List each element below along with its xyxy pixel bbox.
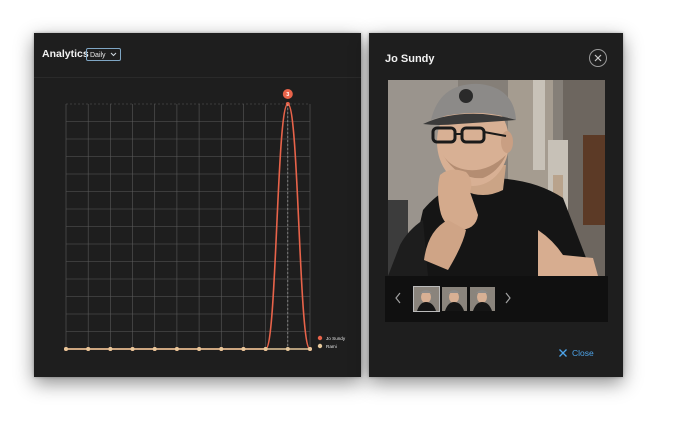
- profile-name: Jo Sundy: [385, 53, 435, 65]
- chevron-right-icon[interactable]: [503, 291, 513, 305]
- data-point: [108, 347, 113, 351]
- data-point: [174, 347, 179, 351]
- thumbnail-strip: [385, 276, 608, 322]
- data-point: [241, 347, 246, 351]
- profile-photo: [388, 80, 605, 276]
- thumbnail[interactable]: [470, 287, 495, 311]
- data-point: [197, 347, 202, 351]
- data-point: [86, 347, 91, 351]
- data-point: [308, 347, 312, 351]
- thumbnail[interactable]: [413, 286, 440, 312]
- data-point: [130, 347, 135, 351]
- close-icon: [559, 349, 567, 357]
- close-icon: [594, 54, 602, 62]
- chevron-left-icon[interactable]: [393, 291, 403, 305]
- legend-swatch: [317, 343, 323, 349]
- legend-swatch: [317, 335, 323, 341]
- data-point: [152, 347, 157, 351]
- chart: 3 Jo Sundy Rami: [64, 89, 346, 351]
- close-button-label: Close: [572, 348, 594, 358]
- close-icon-button[interactable]: [589, 49, 607, 67]
- profile-panel: Jo Sundy Close: [369, 33, 623, 377]
- analytics-panel: Analytics Daily 3 Jo Sundy Rami: [34, 33, 361, 377]
- peak-label: 3: [286, 92, 289, 98]
- legend-label: Rami: [326, 344, 337, 349]
- data-point: [263, 347, 268, 351]
- thumbnail[interactable]: [442, 287, 467, 311]
- data-point: [219, 347, 224, 351]
- legend-label: Jo Sundy: [326, 336, 346, 341]
- data-point: [64, 347, 68, 351]
